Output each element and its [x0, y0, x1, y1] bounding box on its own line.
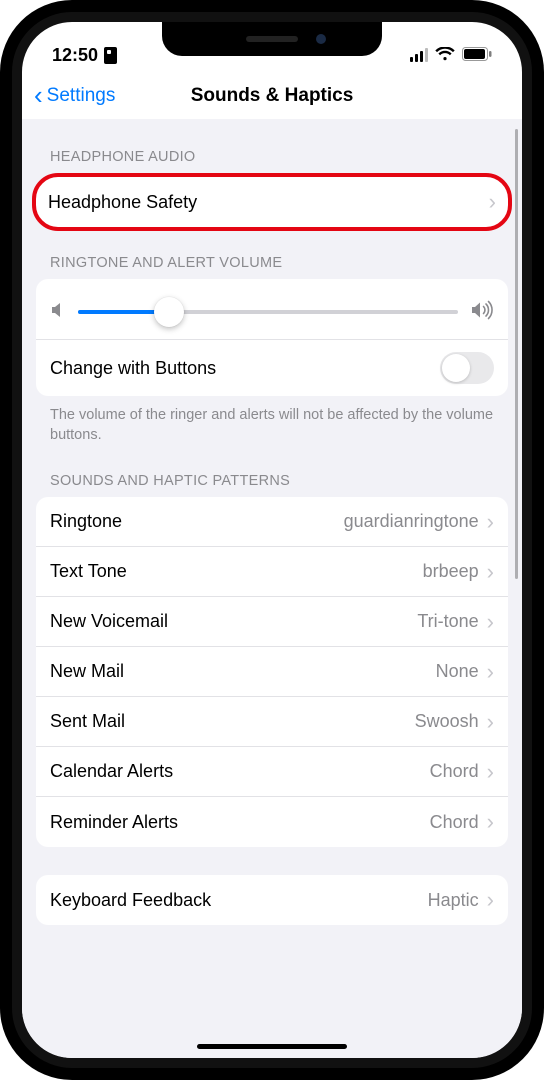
ringtone-row[interactable]: Ringtone guardianringtone ›	[36, 497, 508, 547]
page-title: Sounds & Haptics	[191, 85, 354, 107]
new-voicemail-row[interactable]: New Voicemail Tri-tone ›	[36, 597, 508, 647]
patterns-group: Ringtone guardianringtone › Text Tone br…	[36, 497, 508, 847]
back-label: Settings	[47, 85, 116, 107]
sent-mail-row[interactable]: Sent Mail Swoosh ›	[36, 697, 508, 747]
new-mail-row[interactable]: New Mail None ›	[36, 647, 508, 697]
sim-icon	[104, 47, 117, 64]
notch	[162, 22, 382, 56]
row-label: New Voicemail	[50, 611, 417, 632]
wifi-icon	[435, 45, 455, 66]
headphone-safety-highlight: Headphone Safety ›	[32, 173, 512, 231]
chevron-right-icon: ›	[487, 811, 494, 833]
volume-slider[interactable]	[78, 295, 458, 329]
switch-knob	[442, 354, 470, 382]
scrollbar-thumb[interactable]	[515, 129, 518, 579]
keyboard-feedback-row[interactable]: Keyboard Feedback Haptic ›	[36, 875, 508, 925]
keyboard-group: Keyboard Feedback Haptic ›	[36, 875, 508, 925]
row-value: Tri-tone	[417, 611, 478, 632]
chevron-right-icon: ›	[487, 611, 494, 633]
settings-content: HEADPHONE AUDIO Headphone Safety › RINGT…	[22, 119, 522, 1058]
row-value: Haptic	[428, 890, 479, 911]
row-value: Chord	[430, 812, 479, 833]
row-label: Text Tone	[50, 561, 423, 582]
row-label: Reminder Alerts	[50, 812, 430, 833]
row-label: Calendar Alerts	[50, 761, 430, 782]
row-value: None	[436, 661, 479, 682]
reminder-alerts-row[interactable]: Reminder Alerts Chord ›	[36, 797, 508, 847]
section-header-ringtone-volume: RINGTONE AND ALERT VOLUME	[22, 231, 522, 279]
chevron-right-icon: ›	[487, 511, 494, 533]
change-with-buttons-row[interactable]: Change with Buttons	[36, 340, 508, 396]
row-label: Ringtone	[50, 511, 344, 532]
chevron-right-icon: ›	[487, 711, 494, 733]
home-indicator[interactable]	[197, 1044, 347, 1049]
calendar-alerts-row[interactable]: Calendar Alerts Chord ›	[36, 747, 508, 797]
ringtone-volume-group: Change with Buttons	[36, 279, 508, 396]
slider-thumb[interactable]	[154, 297, 184, 327]
clock: 12:50	[52, 45, 98, 66]
chevron-right-icon: ›	[487, 661, 494, 683]
speaker-low-icon	[50, 301, 66, 324]
section-header-patterns: SOUNDS AND HAPTIC PATTERNS	[22, 449, 522, 497]
row-value: guardianringtone	[344, 511, 479, 532]
chevron-right-icon: ›	[487, 761, 494, 783]
row-label: New Mail	[50, 661, 436, 682]
chevron-left-icon: ‹	[34, 82, 43, 108]
row-value: Chord	[430, 761, 479, 782]
nav-bar: ‹ Settings Sounds & Haptics	[22, 76, 522, 119]
row-label: Sent Mail	[50, 711, 415, 732]
chevron-right-icon: ›	[487, 889, 494, 911]
battery-icon	[462, 45, 492, 66]
speaker-high-icon	[470, 300, 494, 325]
row-value: Swoosh	[415, 711, 479, 732]
cellular-signal-icon	[410, 48, 428, 62]
text-tone-row[interactable]: Text Tone brbeep ›	[36, 547, 508, 597]
chevron-right-icon: ›	[489, 191, 496, 213]
headphone-safety-row[interactable]: Headphone Safety ›	[36, 177, 508, 227]
row-label: Headphone Safety	[48, 192, 489, 213]
back-button[interactable]: ‹ Settings	[34, 84, 115, 108]
row-label: Keyboard Feedback	[50, 890, 428, 911]
chevron-right-icon: ›	[487, 561, 494, 583]
row-value: brbeep	[423, 561, 479, 582]
ringtone-volume-footer: The volume of the ringer and alerts will…	[22, 396, 522, 449]
row-label: Change with Buttons	[50, 358, 440, 379]
change-with-buttons-switch[interactable]	[440, 352, 494, 384]
volume-slider-row	[36, 279, 508, 340]
section-header-headphone: HEADPHONE AUDIO	[22, 119, 522, 173]
